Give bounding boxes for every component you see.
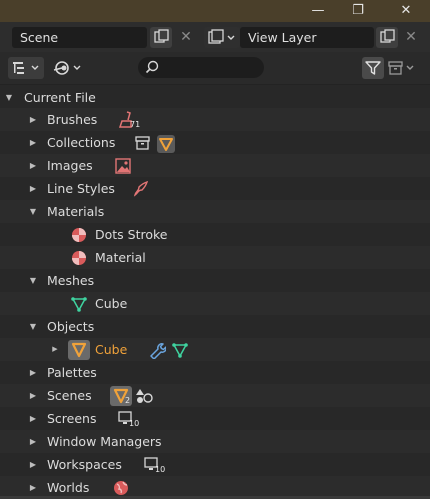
object-triangle-icon [71,342,87,358]
tree-row-window-managers[interactable]: ▶ Window Managers [0,430,430,453]
scene-view-layer-bar: Scene ✕ View Layer ✕ [0,22,430,52]
collapse-arrow-icon[interactable]: ▼ [28,269,38,292]
tree-row-label: Collections [47,135,116,150]
tree-row-scenes[interactable]: ▶ Scenes 2 [0,384,430,407]
tree-row-dots-stroke[interactable]: Dots Stroke [0,223,430,246]
tree-row-label: Cube [95,342,128,357]
collapse-arrow-icon[interactable]: ▼ [28,200,38,223]
expand-arrow-icon[interactable]: ▶ [28,361,38,384]
screen-count: 10 [129,419,140,428]
tree-row-workspaces[interactable]: ▶ Workspaces 10 [0,453,430,476]
tree-row-object-cube[interactable]: ▶ Cube [0,338,430,361]
filter-button[interactable] [362,57,384,79]
tree-row-label: Material [95,250,146,265]
duplicate-scene-button[interactable] [150,27,172,48]
brush-count: 71 [130,120,141,129]
tree-row-meshes[interactable]: ▼ Meshes [0,269,430,292]
expand-arrow-icon[interactable]: ▶ [28,476,38,496]
tree-row-collections[interactable]: ▶ Collections [0,131,430,154]
tree-row-screens[interactable]: ▶ Screens 10 [0,407,430,430]
duplicate-view-layer-button[interactable] [376,27,398,48]
object-triangle-icon [159,138,173,151]
tree-row-label: Materials [47,204,105,219]
tree-row-label: Screens [47,411,97,426]
expand-arrow-icon[interactable]: ▶ [28,177,38,200]
material-icon [72,228,86,242]
collection-box-icon [135,136,150,150]
expand-arrow-icon[interactable]: ▶ [50,338,60,361]
mesh-data-icon [71,297,87,312]
line-style-icon [133,180,149,197]
tree-row-materials[interactable]: ▼ Materials [0,200,430,223]
filter-datablocks-dropdown[interactable] [50,57,86,79]
copy-icon [154,29,169,43]
tree-row-label: Palettes [47,365,97,380]
window-title-bar: — ❐ ✕ [0,0,430,22]
tree-row-label: Dots Stroke [95,227,168,242]
view-layer-name-field[interactable]: View Layer [240,27,374,48]
tree-row-label: Scenes [47,388,92,403]
tree-row-images[interactable]: ▶ Images [0,154,430,177]
tree-row-brushes[interactable]: ▶ Brushes 71 [0,108,430,131]
tree-row-worlds[interactable]: ▶ Worlds [0,476,430,496]
scene-object-count: 2 [125,396,131,405]
copy-icon [380,29,395,43]
material-icon [72,251,86,265]
restore-button[interactable]: ❐ [342,0,374,22]
archive-dropdown-icon [388,61,414,75]
tree-row-label: Cube [95,296,128,311]
view-layer-browse-button[interactable] [204,27,240,48]
outliner-tree: ▼ Current File ▶ Brushes 71 ▶ Collection… [0,86,430,496]
tree-row-label: Objects [47,319,95,334]
expand-arrow-icon[interactable]: ▶ [28,154,38,177]
remove-view-layer-button[interactable]: ✕ [400,27,422,48]
tree-row-mesh-cube[interactable]: Cube [0,292,430,315]
wrench-modifier-icon [150,343,166,359]
tree-row-label: Worlds [47,480,90,495]
new-collection-button[interactable] [386,57,418,79]
tree-row-label: Current File [24,90,96,105]
expand-arrow-icon[interactable]: ▶ [28,384,38,407]
display-mode-dropdown[interactable] [8,57,44,79]
object-badge[interactable] [157,135,175,153]
collapse-arrow-icon[interactable]: ▼ [28,315,38,338]
close-window-button[interactable]: ✕ [390,0,422,22]
image-icon [115,158,131,174]
expand-arrow-icon[interactable]: ▶ [28,430,38,453]
funnel-icon [365,61,381,75]
expand-arrow-icon[interactable]: ▶ [28,108,38,131]
world-icon [114,481,128,495]
outliner-tree-icon [13,62,39,74]
workspace-count: 10 [155,465,166,474]
tree-row-material[interactable]: Material [0,246,430,269]
search-icon [145,60,159,74]
outliner-header [0,52,430,85]
tree-row-label: Images [47,158,93,173]
expand-arrow-icon[interactable]: ▶ [28,131,38,154]
orphan-data-icon [53,61,81,75]
remove-scene-button[interactable]: ✕ [175,27,197,48]
scene-name-field[interactable]: Scene [12,27,147,48]
collapse-arrow-icon[interactable]: ▼ [4,86,14,109]
expand-arrow-icon[interactable]: ▶ [28,407,38,430]
tree-row-label: Workspaces [47,457,122,472]
tree-row-label: Window Managers [47,434,162,449]
search-input[interactable] [138,57,264,78]
mesh-data-icon [172,343,188,358]
expand-arrow-icon[interactable]: ▶ [28,453,38,476]
tree-row-objects[interactable]: ▼ Objects [0,315,430,338]
tree-row-line-styles[interactable]: ▶ Line Styles [0,177,430,200]
view-layer-icon [208,29,235,44]
object-badge[interactable] [68,340,90,360]
scene-data-icon [136,389,153,403]
view-layer-name-text: View Layer [248,30,317,45]
tree-row-label: Meshes [47,273,95,288]
tree-row-label: Line Styles [47,181,115,196]
scene-name-text: Scene [20,30,59,45]
tree-row-label: Brushes [47,112,98,127]
minimize-button[interactable]: — [302,0,334,22]
tree-row-palettes[interactable]: ▶ Palettes [0,361,430,384]
tree-row-current-file[interactable]: ▼ Current File [0,86,430,109]
